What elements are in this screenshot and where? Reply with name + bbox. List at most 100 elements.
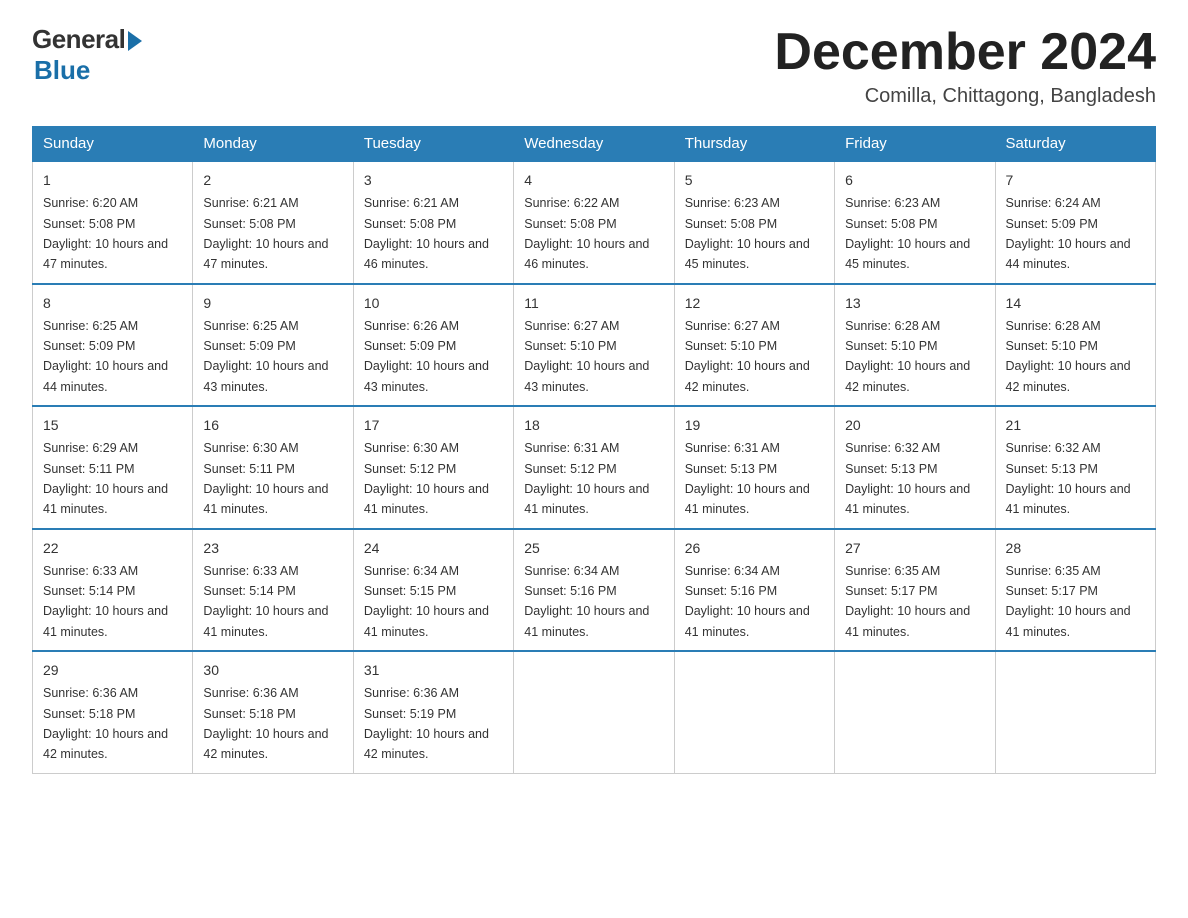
calendar-cell: 27 Sunrise: 6:35 AMSunset: 5:17 PMDayligh… <box>835 529 995 652</box>
calendar-cell: 6 Sunrise: 6:23 AMSunset: 5:08 PMDaylight… <box>835 161 995 284</box>
header-friday: Friday <box>835 127 995 162</box>
day-info: Sunrise: 6:36 AMSunset: 5:19 PMDaylight:… <box>364 686 489 761</box>
calendar-cell: 2Sunrise: 6:21 AMSunset: 5:08 PMDaylight… <box>193 161 353 284</box>
calendar-week-4: 22 Sunrise: 6:33 AMSunset: 5:14 PMDayligh… <box>33 529 1156 652</box>
day-number: 31 <box>364 660 503 681</box>
location-subtitle: Comilla, Chittagong, Bangladesh <box>774 85 1156 108</box>
calendar-cell <box>514 651 674 773</box>
day-number: 27 <box>845 538 984 559</box>
day-info: Sunrise: 6:23 AMSunset: 5:08 PMDaylight:… <box>845 196 970 271</box>
calendar-cell: 3 Sunrise: 6:21 AMSunset: 5:08 PMDaylight… <box>353 161 513 284</box>
day-info: Sunrise: 6:30 AMSunset: 5:11 PMDaylight:… <box>203 441 328 516</box>
calendar-cell: 8 Sunrise: 6:25 AMSunset: 5:09 PMDaylight… <box>33 284 193 407</box>
day-info: Sunrise: 6:36 AMSunset: 5:18 PMDaylight:… <box>203 686 328 761</box>
day-number: 13 <box>845 293 984 314</box>
day-info: Sunrise: 6:27 AMSunset: 5:10 PMDaylight:… <box>524 319 649 394</box>
day-info: Sunrise: 6:34 AMSunset: 5:16 PMDaylight:… <box>524 564 649 639</box>
calendar-week-1: 1 Sunrise: 6:20 AMSunset: 5:08 PMDaylight… <box>33 161 1156 284</box>
calendar-cell: 31 Sunrise: 6:36 AMSunset: 5:19 PMDayligh… <box>353 651 513 773</box>
day-info: Sunrise: 6:20 AMSunset: 5:08 PMDaylight:… <box>43 196 168 271</box>
day-number: 20 <box>845 415 984 436</box>
calendar-cell <box>835 651 995 773</box>
day-number: 19 <box>685 415 824 436</box>
calendar-week-5: 29 Sunrise: 6:36 AMSunset: 5:18 PMDayligh… <box>33 651 1156 773</box>
header-tuesday: Tuesday <box>353 127 513 162</box>
logo: General Blue <box>32 24 142 86</box>
day-info: Sunrise: 6:31 AMSunset: 5:13 PMDaylight:… <box>685 441 810 516</box>
calendar-cell: 18Sunrise: 6:31 AMSunset: 5:12 PMDayligh… <box>514 406 674 529</box>
calendar-cell: 13 Sunrise: 6:28 AMSunset: 5:10 PMDayligh… <box>835 284 995 407</box>
calendar-cell: 15 Sunrise: 6:29 AMSunset: 5:11 PMDayligh… <box>33 406 193 529</box>
day-number: 24 <box>364 538 503 559</box>
day-info: Sunrise: 6:33 AMSunset: 5:14 PMDaylight:… <box>203 564 328 639</box>
day-number: 29 <box>43 660 182 681</box>
day-info: Sunrise: 6:35 AMSunset: 5:17 PMDaylight:… <box>845 564 970 639</box>
calendar-cell: 14 Sunrise: 6:28 AMSunset: 5:10 PMDayligh… <box>995 284 1155 407</box>
day-info: Sunrise: 6:25 AMSunset: 5:09 PMDaylight:… <box>43 319 168 394</box>
logo-general-text: General <box>32 24 125 55</box>
calendar-cell: 24 Sunrise: 6:34 AMSunset: 5:15 PMDayligh… <box>353 529 513 652</box>
calendar-cell: 21 Sunrise: 6:32 AMSunset: 5:13 PMDayligh… <box>995 406 1155 529</box>
day-info: Sunrise: 6:32 AMSunset: 5:13 PMDaylight:… <box>1006 441 1131 516</box>
header-saturday: Saturday <box>995 127 1155 162</box>
day-number: 1 <box>43 170 182 191</box>
day-number: 15 <box>43 415 182 436</box>
month-title: December 2024 <box>774 24 1156 81</box>
day-info: Sunrise: 6:28 AMSunset: 5:10 PMDaylight:… <box>845 319 970 394</box>
header-thursday: Thursday <box>674 127 834 162</box>
calendar-cell: 12 Sunrise: 6:27 AMSunset: 5:10 PMDayligh… <box>674 284 834 407</box>
day-info: Sunrise: 6:21 AMSunset: 5:08 PMDaylight:… <box>364 196 489 271</box>
calendar-cell: 5Sunrise: 6:23 AMSunset: 5:08 PMDaylight… <box>674 161 834 284</box>
day-info: Sunrise: 6:23 AMSunset: 5:08 PMDaylight:… <box>685 196 810 271</box>
day-number: 7 <box>1006 170 1145 191</box>
day-info: Sunrise: 6:32 AMSunset: 5:13 PMDaylight:… <box>845 441 970 516</box>
day-info: Sunrise: 6:28 AMSunset: 5:10 PMDaylight:… <box>1006 319 1131 394</box>
day-info: Sunrise: 6:34 AMSunset: 5:15 PMDaylight:… <box>364 564 489 639</box>
calendar-cell: 26Sunrise: 6:34 AMSunset: 5:16 PMDayligh… <box>674 529 834 652</box>
calendar-body: 1 Sunrise: 6:20 AMSunset: 5:08 PMDaylight… <box>33 161 1156 773</box>
day-info: Sunrise: 6:36 AMSunset: 5:18 PMDaylight:… <box>43 686 168 761</box>
calendar-cell: 28Sunrise: 6:35 AMSunset: 5:17 PMDayligh… <box>995 529 1155 652</box>
day-info: Sunrise: 6:22 AMSunset: 5:08 PMDaylight:… <box>524 196 649 271</box>
day-number: 21 <box>1006 415 1145 436</box>
day-info: Sunrise: 6:24 AMSunset: 5:09 PMDaylight:… <box>1006 196 1131 271</box>
day-number: 3 <box>364 170 503 191</box>
calendar-cell: 16Sunrise: 6:30 AMSunset: 5:11 PMDayligh… <box>193 406 353 529</box>
calendar-cell: 22 Sunrise: 6:33 AMSunset: 5:14 PMDayligh… <box>33 529 193 652</box>
day-number: 2 <box>203 170 342 191</box>
day-number: 22 <box>43 538 182 559</box>
calendar-cell: 20 Sunrise: 6:32 AMSunset: 5:13 PMDayligh… <box>835 406 995 529</box>
day-number: 17 <box>364 415 503 436</box>
day-number: 25 <box>524 538 663 559</box>
day-number: 14 <box>1006 293 1145 314</box>
day-info: Sunrise: 6:33 AMSunset: 5:14 PMDaylight:… <box>43 564 168 639</box>
day-info: Sunrise: 6:29 AMSunset: 5:11 PMDaylight:… <box>43 441 168 516</box>
calendar-cell: 30 Sunrise: 6:36 AMSunset: 5:18 PMDayligh… <box>193 651 353 773</box>
header-sunday: Sunday <box>33 127 193 162</box>
day-info: Sunrise: 6:30 AMSunset: 5:12 PMDaylight:… <box>364 441 489 516</box>
logo-blue-text: Blue <box>34 55 90 86</box>
calendar-cell: 23Sunrise: 6:33 AMSunset: 5:14 PMDayligh… <box>193 529 353 652</box>
day-info: Sunrise: 6:25 AMSunset: 5:09 PMDaylight:… <box>203 319 328 394</box>
calendar-cell: 29 Sunrise: 6:36 AMSunset: 5:18 PMDayligh… <box>33 651 193 773</box>
calendar-cell: 7 Sunrise: 6:24 AMSunset: 5:09 PMDaylight… <box>995 161 1155 284</box>
calendar-header: SundayMondayTuesdayWednesdayThursdayFrid… <box>33 127 1156 162</box>
calendar-cell: 10Sunrise: 6:26 AMSunset: 5:09 PMDayligh… <box>353 284 513 407</box>
calendar-cell: 25 Sunrise: 6:34 AMSunset: 5:16 PMDayligh… <box>514 529 674 652</box>
day-number: 18 <box>524 415 663 436</box>
day-info: Sunrise: 6:34 AMSunset: 5:16 PMDaylight:… <box>685 564 810 639</box>
title-section: December 2024 Comilla, Chittagong, Bangl… <box>774 24 1156 108</box>
day-info: Sunrise: 6:27 AMSunset: 5:10 PMDaylight:… <box>685 319 810 394</box>
day-number: 9 <box>203 293 342 314</box>
day-number: 6 <box>845 170 984 191</box>
calendar-table: SundayMondayTuesdayWednesdayThursdayFrid… <box>32 126 1156 774</box>
calendar-week-3: 15 Sunrise: 6:29 AMSunset: 5:11 PMDayligh… <box>33 406 1156 529</box>
calendar-cell: 19 Sunrise: 6:31 AMSunset: 5:13 PMDayligh… <box>674 406 834 529</box>
day-number: 8 <box>43 293 182 314</box>
calendar-cell: 11 Sunrise: 6:27 AMSunset: 5:10 PMDayligh… <box>514 284 674 407</box>
calendar-cell: 9 Sunrise: 6:25 AMSunset: 5:09 PMDaylight… <box>193 284 353 407</box>
day-number: 30 <box>203 660 342 681</box>
calendar-cell: 17 Sunrise: 6:30 AMSunset: 5:12 PMDayligh… <box>353 406 513 529</box>
day-number: 11 <box>524 293 663 314</box>
day-number: 12 <box>685 293 824 314</box>
